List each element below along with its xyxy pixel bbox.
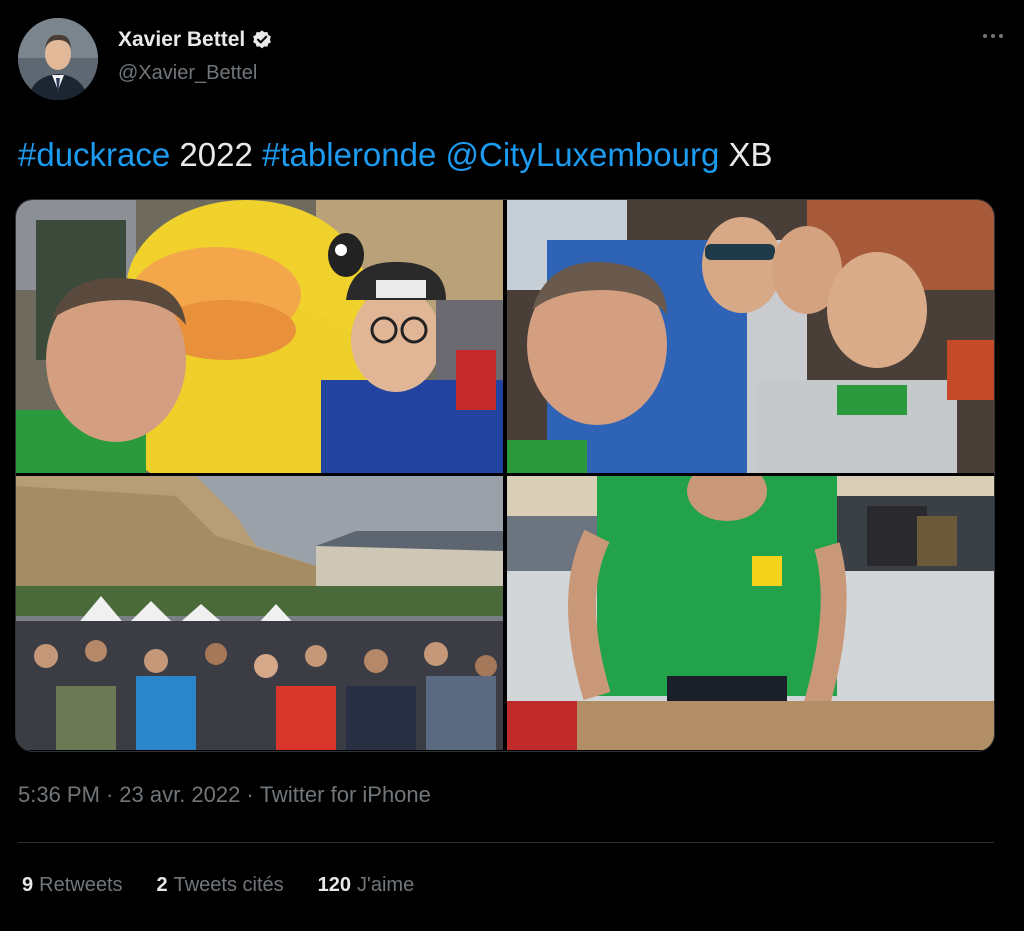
retweets-label: Retweets xyxy=(39,874,123,896)
tweet-meta: 5:36 PM · 23 avr. 2022 · Twitter for iPh… xyxy=(18,782,431,808)
quote-tweets-count: 2 xyxy=(156,874,168,896)
photo-green-shirt-table[interactable] xyxy=(507,476,994,750)
tweet-text-segment: XB xyxy=(719,136,773,173)
retweets-stat[interactable]: 9 Retweets xyxy=(22,874,123,897)
more-options-icon[interactable] xyxy=(978,26,1008,46)
author-display-name[interactable]: Xavier Bettel xyxy=(118,28,245,52)
name-row: Xavier Bettel xyxy=(118,28,273,52)
tweet-card: Xavier Bettel @Xavier_Bettel #duckrace 2… xyxy=(0,0,1024,931)
avatar[interactable] xyxy=(18,18,98,100)
photo-group-selfie[interactable] xyxy=(507,200,994,473)
tweet-date[interactable]: 23 avr. 2022 xyxy=(119,782,240,808)
hashtag-duckrace-link[interactable]: #duckrace xyxy=(18,136,170,173)
meta-separator: · xyxy=(105,782,114,807)
mention-cityluxembourg-link[interactable]: @CityLuxembourg xyxy=(446,136,720,173)
tweet-source[interactable]: Twitter for iPhone xyxy=(260,782,431,808)
tweet-header: Xavier Bettel @Xavier_Bettel xyxy=(18,18,1008,102)
verified-badge-icon xyxy=(251,29,273,51)
author-handle[interactable]: @Xavier_Bettel xyxy=(118,62,257,85)
quote-tweets-label: Tweets cités xyxy=(173,874,284,896)
dot xyxy=(983,34,987,38)
retweets-count: 9 xyxy=(22,874,34,896)
divider xyxy=(18,842,994,843)
hashtag-tableronde-link[interactable]: #tableronde xyxy=(262,136,436,173)
photo-crowd-event[interactable] xyxy=(16,476,503,750)
media-grid xyxy=(15,199,995,752)
tweet-text-segment xyxy=(436,136,445,173)
dot xyxy=(999,34,1003,38)
dot xyxy=(991,34,995,38)
quote-tweets-stat[interactable]: 2 Tweets cités xyxy=(157,874,284,897)
tweet-time[interactable]: 5:36 PM xyxy=(18,782,100,808)
tweet-text: #duckrace 2022 #tableronde @CityLuxembou… xyxy=(18,133,773,177)
likes-count: 120 xyxy=(317,874,352,896)
photo-duck-mascot-selfie[interactable] xyxy=(16,200,503,473)
likes-stat[interactable]: 120 J'aime xyxy=(318,874,415,897)
tweet-stats: 9 Retweets 2 Tweets cités 120 J'aime xyxy=(22,874,414,897)
likes-label: J'aime xyxy=(357,874,415,896)
meta-separator: · xyxy=(246,782,254,807)
tweet-text-segment: 2022 xyxy=(170,136,263,173)
